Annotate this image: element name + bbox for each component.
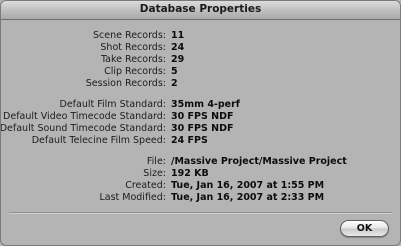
video-timecode-value: 30 FPS NDF bbox=[171, 111, 234, 122]
film-standard-label: Default Film Standard: bbox=[59, 99, 166, 110]
scene-records-value: 11 bbox=[171, 30, 185, 41]
scene-records-label: Scene Records: bbox=[93, 30, 166, 41]
created-value: Tue, Jan 16, 2007 at 1:55 PM bbox=[171, 180, 325, 191]
file-label: File: bbox=[146, 156, 166, 167]
last-modified-value: Tue, Jan 16, 2007 at 2:33 PM bbox=[171, 192, 325, 203]
clip-records-label: Clip Records: bbox=[104, 66, 166, 77]
video-timecode-label: Default Video Timecode Standard: bbox=[3, 111, 166, 122]
ok-button[interactable]: OK bbox=[340, 220, 389, 237]
telecine-speed-row: Default Telecine Film Speed: 24 FPS bbox=[1, 135, 400, 147]
sound-timecode-label: Default Sound Timecode Standard: bbox=[0, 123, 166, 134]
clip-records-value: 5 bbox=[171, 66, 178, 77]
created-row: Created: Tue, Jan 16, 2007 at 1:55 PM bbox=[1, 180, 400, 192]
take-records-row: Take Records: 29 bbox=[1, 54, 400, 66]
film-standard-row: Default Film Standard: 35mm 4-perf bbox=[1, 99, 400, 111]
created-label: Created: bbox=[125, 180, 166, 191]
size-value: 192 KB bbox=[171, 168, 209, 179]
last-modified-row: Last Modified: Tue, Jan 16, 2007 at 2:33… bbox=[1, 192, 400, 204]
clip-records-row: Clip Records: 5 bbox=[1, 66, 400, 78]
divider bbox=[9, 212, 392, 214]
file-path-value: /Massive Project/Massive Project bbox=[171, 156, 347, 167]
size-row: Size: 192 KB bbox=[1, 168, 400, 180]
sound-timecode-value: 30 FPS NDF bbox=[171, 123, 234, 134]
size-label: Size: bbox=[143, 168, 166, 179]
file-row: File: /Massive Project/Massive Project bbox=[1, 156, 400, 168]
session-records-value: 2 bbox=[171, 78, 178, 89]
shot-records-value: 24 bbox=[171, 42, 185, 53]
video-timecode-row: Default Video Timecode Standard: 30 FPS … bbox=[1, 111, 400, 123]
title-bar[interactable]: Database Properties bbox=[1, 1, 400, 20]
shot-records-row: Shot Records: 24 bbox=[1, 42, 400, 54]
scene-records-row: Scene Records: 11 bbox=[1, 30, 400, 42]
take-records-label: Take Records: bbox=[100, 54, 166, 65]
film-standard-value: 35mm 4-perf bbox=[171, 99, 240, 110]
session-records-label: Session Records: bbox=[85, 78, 166, 89]
last-modified-label: Last Modified: bbox=[99, 192, 166, 203]
telecine-speed-label: Default Telecine Film Speed: bbox=[31, 135, 166, 146]
session-records-row: Session Records: 2 bbox=[1, 78, 400, 90]
window-title: Database Properties bbox=[139, 3, 262, 15]
telecine-speed-value: 24 FPS bbox=[171, 135, 208, 146]
shot-records-label: Shot Records: bbox=[100, 42, 166, 53]
take-records-value: 29 bbox=[171, 54, 185, 65]
database-properties-window: Database Properties Scene Records: 11 Sh… bbox=[0, 0, 401, 246]
sound-timecode-row: Default Sound Timecode Standard: 30 FPS … bbox=[1, 123, 400, 135]
